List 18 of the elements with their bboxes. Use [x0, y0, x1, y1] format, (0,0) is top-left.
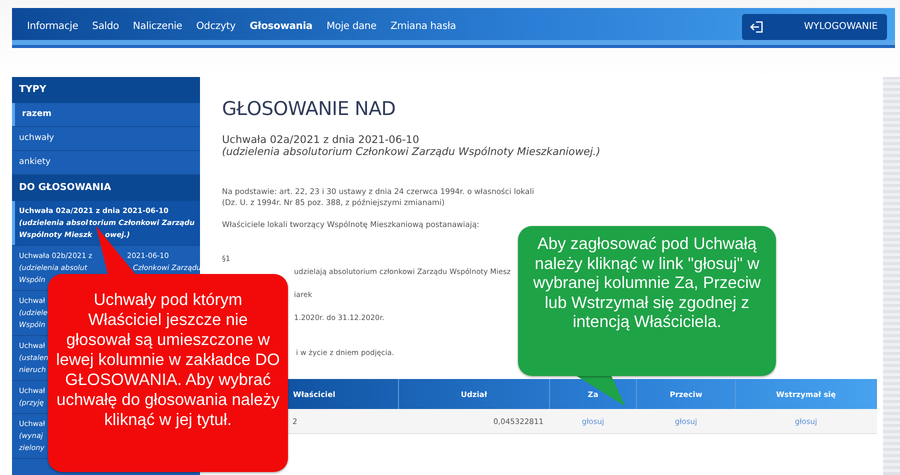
- nav-link[interactable]: Zmiana hasła: [384, 21, 463, 32]
- nav-link[interactable]: Saldo: [85, 21, 126, 32]
- logout-icon: [750, 20, 764, 34]
- section-header: TYPY: [12, 77, 200, 103]
- page-heading: GŁOSOWANIE NAD: [222, 98, 397, 120]
- nav-link[interactable]: Odczyty: [189, 21, 243, 32]
- callout-tooltip: Aby zagłosować pod Uchwałą należy kliknąć w link "głosuj" w wybranej kolumnie Za, Przeciw lub Wstrzymał się zgodnej z intencją Właściciela.: [518, 226, 776, 376]
- callout-tooltip: Uchwały pod którym Właściciel jeszcze nie głosował są umieszczone w lewej kolumnie w zakładce DO GŁOSOWANIA. Aby wybrać uchwałę do głosowania należy kliknąć w jej tytuł.: [48, 274, 288, 472]
- nav-link[interactable]: Moje dane: [319, 21, 384, 32]
- logout-button[interactable]: WYLOGOWANIE: [742, 14, 887, 40]
- resolution-title: Uchwała 02a/2021 z dnia 2021-06-10: [222, 134, 420, 146]
- callout-pointer: [575, 375, 627, 406]
- nav-link[interactable]: Naliczenie: [126, 21, 190, 32]
- resolution-description: (udzielenia absolutorium Członkowi Zarządu Wspólnoty Mieszkaniowej.): [222, 146, 602, 158]
- nav-link[interactable]: Głosowania: [242, 21, 320, 32]
- type-filter-item[interactable]: razem: [12, 103, 200, 127]
- section-header: DO GŁOSOWANIA: [12, 175, 200, 201]
- nav-link[interactable]: Informacje: [20, 21, 86, 32]
